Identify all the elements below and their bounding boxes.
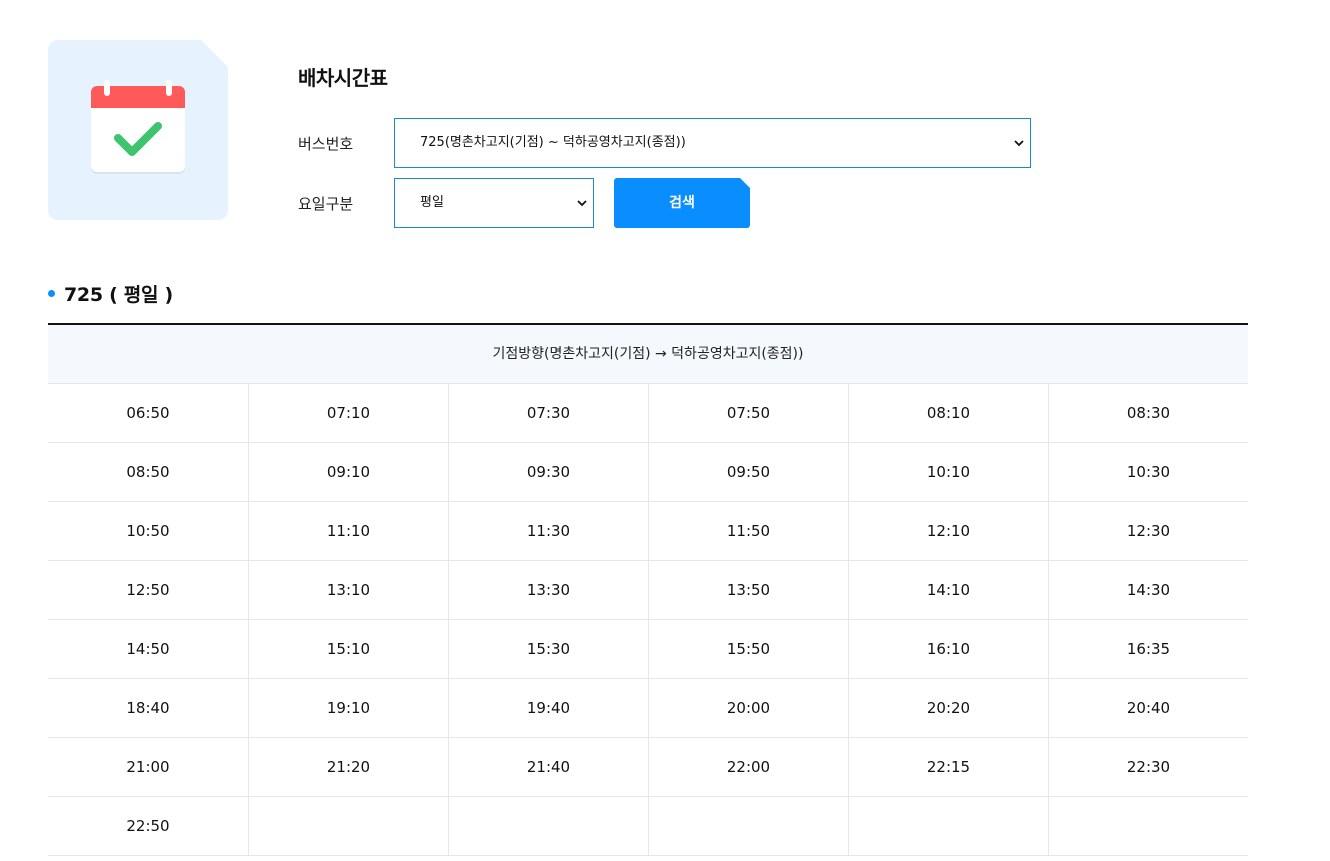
departure-time-cell: 08:10	[848, 384, 1048, 443]
timetable: 기점방향(명촌차고지(기점) → 덕하공영차고지(종점)) 06:50 07:10…	[48, 323, 1248, 856]
calendar-check-icon	[91, 80, 185, 174]
departure-time-cell	[248, 797, 448, 856]
bus-number-value: 725(명촌차고지(기점) ~ 덕하공영차고지(종점))	[420, 135, 686, 150]
page-icon-tile	[48, 40, 228, 220]
departure-time-cell: 12:30	[1048, 502, 1248, 561]
departure-time-cell: 08:30	[1048, 384, 1248, 443]
departure-time-cell: 10:10	[848, 443, 1048, 502]
departure-time-cell: 10:50	[48, 502, 248, 561]
departure-time-cell: 19:40	[448, 679, 648, 738]
departure-time-cell: 13:30	[448, 561, 648, 620]
departure-time-cell: 09:10	[248, 443, 448, 502]
result-title-text: 725 ( 평일 )	[64, 284, 173, 306]
day-type-value: 평일	[420, 195, 444, 210]
departure-time-cell	[848, 797, 1048, 856]
departure-time-cell: 22:50	[48, 797, 248, 856]
departure-time-cell	[448, 797, 648, 856]
departure-time-cell: 09:30	[448, 443, 648, 502]
bullet-dot	[48, 290, 55, 297]
departure-time-cell: 10:30	[1048, 443, 1248, 502]
departure-time-cell: 11:50	[648, 502, 848, 561]
chevron-down-icon	[577, 200, 587, 207]
departure-time-cell	[1048, 797, 1248, 856]
departure-time-cell: 20:40	[1048, 679, 1248, 738]
departure-time-cell: 15:30	[448, 620, 648, 679]
departure-time-cell: 13:50	[648, 561, 848, 620]
departure-time-cell: 20:20	[848, 679, 1048, 738]
day-type-label: 요일구분	[298, 195, 354, 213]
departure-time-cell: 19:10	[248, 679, 448, 738]
departure-time-cell: 09:50	[648, 443, 848, 502]
page-title: 배차시간표	[298, 66, 388, 90]
result-title: 725 ( 평일 )	[48, 280, 173, 307]
departure-time-cell: 14:10	[848, 561, 1048, 620]
departure-time-cell	[648, 797, 848, 856]
departure-time-cell: 22:15	[848, 738, 1048, 797]
timetable-grid: 06:50 07:10 07:30 07:50 08:10 08:30 08:50 09:10…	[48, 384, 1248, 856]
departure-time-cell: 18:40	[48, 679, 248, 738]
departure-time-cell: 12:10	[848, 502, 1048, 561]
departure-time-cell: 07:50	[648, 384, 848, 443]
bus-number-label: 버스번호	[298, 135, 354, 153]
departure-time-cell: 14:50	[48, 620, 248, 679]
departure-time-cell: 07:30	[448, 384, 648, 443]
departure-time-cell: 07:10	[248, 384, 448, 443]
departure-time-cell: 14:30	[1048, 561, 1248, 620]
departure-time-cell: 15:10	[248, 620, 448, 679]
direction-header: 기점방향(명촌차고지(기점) → 덕하공영차고지(종점))	[48, 325, 1248, 384]
departure-time-cell: 11:30	[448, 502, 648, 561]
departure-time-cell: 21:00	[48, 738, 248, 797]
departure-time-cell: 20:00	[648, 679, 848, 738]
departure-time-cell: 16:35	[1048, 620, 1248, 679]
departure-time-cell: 12:50	[48, 561, 248, 620]
departure-time-cell: 22:30	[1048, 738, 1248, 797]
departure-time-cell: 21:20	[248, 738, 448, 797]
departure-time-cell: 22:00	[648, 738, 848, 797]
departure-time-cell: 08:50	[48, 443, 248, 502]
day-type-select[interactable]: 평일	[394, 178, 594, 228]
departure-time-cell: 13:10	[248, 561, 448, 620]
departure-time-cell: 11:10	[248, 502, 448, 561]
bus-number-select[interactable]: 725(명촌차고지(기점) ~ 덕하공영차고지(종점))	[394, 118, 1031, 168]
departure-time-cell: 21:40	[448, 738, 648, 797]
departure-time-cell: 16:10	[848, 620, 1048, 679]
search-button[interactable]: 검색	[614, 178, 750, 228]
chevron-down-icon	[1014, 140, 1024, 147]
departure-time-cell: 15:50	[648, 620, 848, 679]
departure-time-cell: 06:50	[48, 384, 248, 443]
